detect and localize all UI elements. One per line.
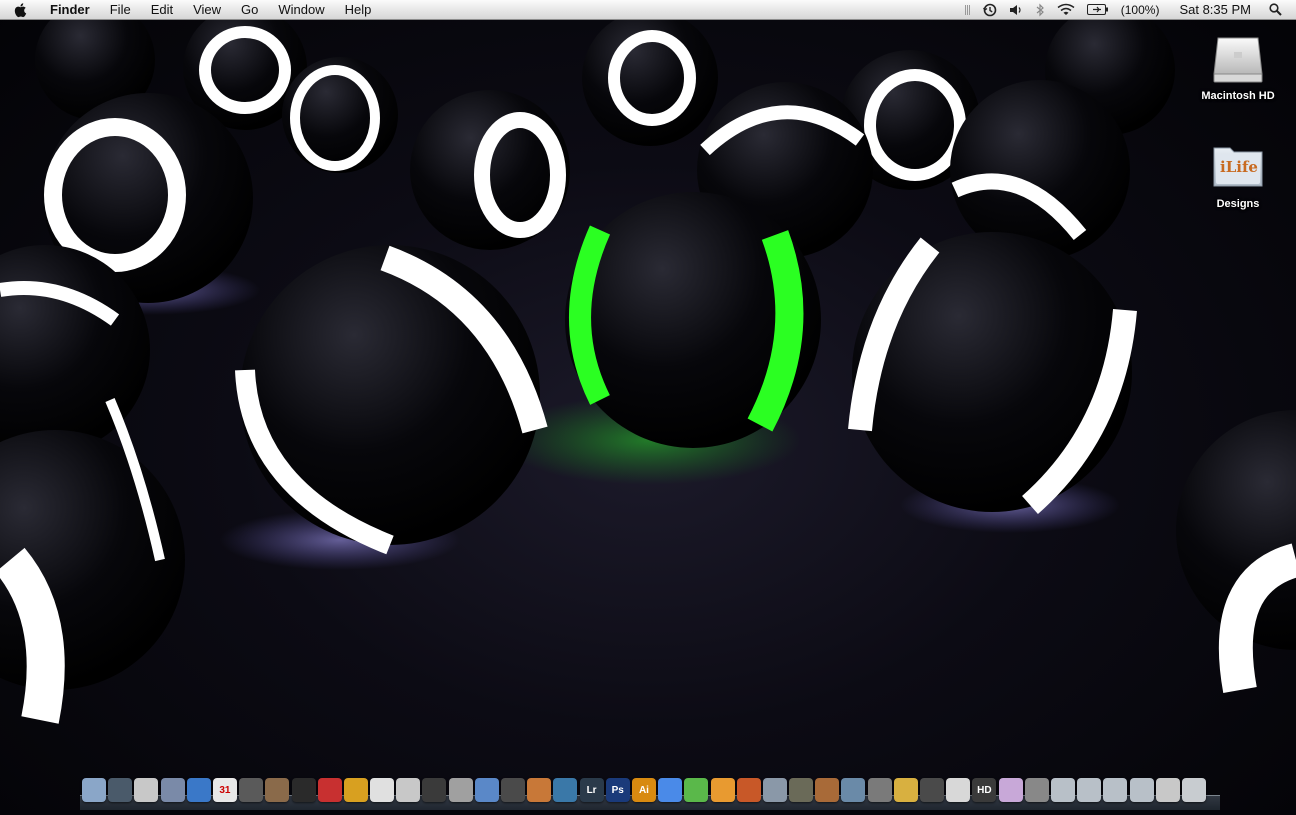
dock-item-app-28[interactable] — [789, 778, 814, 802]
wallpaper-spheres — [0, 0, 1296, 724]
dock-items: 31 Lr Ps Ai HD — [82, 778, 1208, 802]
dock-item-ical[interactable]: 31 — [212, 778, 237, 802]
dock-item-app-24[interactable] — [684, 778, 709, 802]
dock-item-app-32[interactable] — [893, 778, 918, 802]
dock-item-app-23[interactable] — [658, 778, 683, 802]
time-machine-icon[interactable] — [982, 3, 997, 17]
dock-item-app-31[interactable] — [867, 778, 892, 802]
status-menus: (100%) Sat 8:35 PM — [959, 0, 1296, 20]
desktop-icon-designs[interactable]: iLife Designs — [1188, 138, 1288, 212]
desktop-icon-macintosh-hd[interactable]: Macintosh HD — [1188, 30, 1288, 104]
battery-percent[interactable]: (100%) — [1121, 3, 1160, 17]
menu-extra-handle[interactable] — [964, 4, 971, 16]
dock-item-app-35[interactable]: HD — [972, 778, 997, 802]
dock-item-finder[interactable] — [82, 778, 106, 802]
dock-item-app-9[interactable] — [291, 778, 316, 802]
menu-edit[interactable]: Edit — [141, 0, 183, 20]
dock-item-app-26[interactable] — [736, 778, 761, 802]
menu-finder[interactable]: Finder — [40, 0, 100, 20]
dock-item-app-14[interactable] — [422, 778, 447, 802]
hard-drive-icon — [1210, 30, 1266, 86]
dock-item-trash[interactable] — [1181, 778, 1206, 802]
menu-file[interactable]: File — [100, 0, 141, 20]
dock-item-stack-4[interactable] — [1129, 778, 1154, 802]
desktop-wallpaper[interactable] — [0, 0, 1296, 810]
dock-item-safari[interactable] — [186, 778, 211, 802]
desktop-icon-label: Designs — [1216, 198, 1260, 210]
ilife-badge: iLife — [1220, 158, 1258, 176]
dock-item-app-11[interactable] — [343, 778, 368, 802]
dock-item-app-4[interactable] — [160, 778, 185, 802]
dock-item-photoshop[interactable]: Ps — [605, 778, 630, 802]
dock-item-app-34[interactable] — [946, 778, 971, 802]
volume-icon[interactable] — [1009, 4, 1023, 16]
dock-item-app-10[interactable] — [317, 778, 342, 802]
apple-menu-icon[interactable] — [0, 2, 40, 18]
ilife-folder-icon: iLife — [1210, 138, 1266, 194]
dock-item-app-2[interactable] — [108, 778, 133, 802]
dock: 31 Lr Ps Ai HD — [80, 774, 1220, 810]
dock-item-app-13[interactable] — [396, 778, 421, 802]
dock-item-app-25[interactable] — [710, 778, 735, 802]
dock-item-stack-3[interactable] — [1103, 778, 1128, 802]
dock-item-app-27[interactable] — [762, 778, 787, 802]
dock-item-app-29[interactable] — [815, 778, 840, 802]
bluetooth-icon[interactable] — [1035, 3, 1045, 17]
dock-item-app-16[interactable] — [474, 778, 499, 802]
desktop-icon-label: Macintosh HD — [1201, 90, 1275, 102]
dock-item-app-17[interactable] — [501, 778, 525, 802]
dock-item-stack-5[interactable] — [1155, 778, 1180, 802]
dock-item-app-18[interactable] — [527, 778, 552, 802]
dock-item-app-19[interactable] — [553, 778, 578, 802]
dock-item-illustrator[interactable]: Ai — [631, 778, 656, 802]
dock-item-app-33[interactable] — [920, 778, 944, 802]
dock-item-app-37[interactable] — [1024, 778, 1049, 802]
dock-item-app-7[interactable] — [239, 778, 264, 802]
dock-item-mail[interactable] — [134, 778, 159, 802]
spotlight-icon[interactable] — [1269, 3, 1282, 16]
menu-bar: Finder File Edit View Go Window Help (10… — [0, 0, 1296, 20]
dock-item-stack-2[interactable] — [1077, 778, 1102, 802]
menu-view[interactable]: View — [183, 0, 231, 20]
dock-item-app-15[interactable] — [448, 778, 473, 802]
dock-item-lightroom[interactable]: Lr — [579, 778, 604, 802]
wifi-icon[interactable] — [1057, 3, 1075, 16]
dock-item-app-36[interactable] — [998, 778, 1023, 802]
menu-clock[interactable]: Sat 8:35 PM — [1179, 2, 1251, 17]
dock-item-app-12[interactable] — [370, 778, 395, 802]
dock-item-app-8[interactable] — [265, 778, 290, 802]
menu-go[interactable]: Go — [231, 0, 268, 20]
dock-item-app-30[interactable] — [841, 778, 866, 802]
menu-help[interactable]: Help — [335, 0, 382, 20]
battery-icon[interactable] — [1086, 4, 1109, 15]
menu-window[interactable]: Window — [268, 0, 334, 20]
dock-item-stack-1[interactable] — [1050, 778, 1075, 802]
